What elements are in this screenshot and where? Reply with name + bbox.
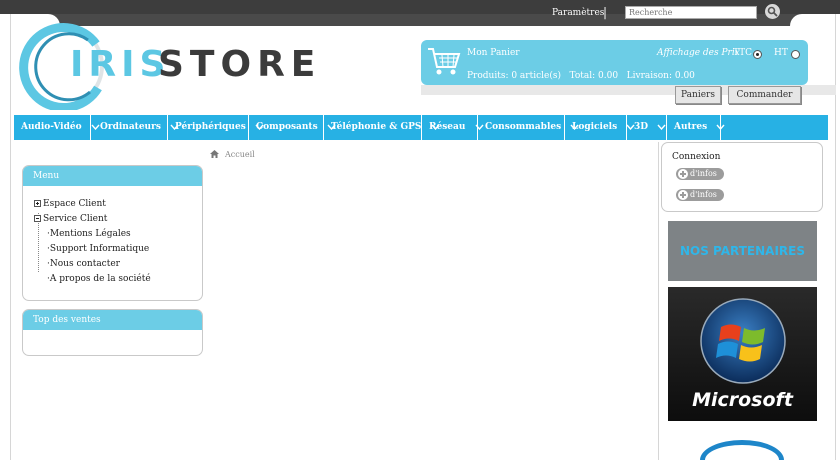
menu-item-nous-contacter[interactable]: ·Nous contacter xyxy=(47,258,120,270)
cart-title[interactable]: Mon Panier xyxy=(467,48,520,58)
menu-item-label: A propos de la société xyxy=(49,274,151,284)
menu-item-mentions-legales[interactable]: ·Mentions Légales xyxy=(47,228,131,240)
menu-item-label: Mentions Légales xyxy=(49,229,131,239)
nav-label: Logiciels xyxy=(572,122,618,132)
nav-label: Consommables xyxy=(485,122,562,132)
nav-item-telephonie-gps[interactable]: Téléphonie & GPS xyxy=(324,115,440,140)
nav-item-peripheriques[interactable]: Périphériques xyxy=(168,115,264,140)
menu-item-label: Support Informatique xyxy=(49,244,150,254)
nav-label: Ordinateurs xyxy=(100,122,161,132)
home-icon[interactable] xyxy=(210,150,219,158)
nav-item-composants[interactable]: Composants xyxy=(249,115,336,140)
nav-label: Réseau xyxy=(429,122,466,132)
logo-text-iris: IRIS xyxy=(70,44,171,85)
collapse-minus-icon[interactable] xyxy=(34,215,41,222)
chevron-down-icon xyxy=(657,124,666,130)
nav-item-consommables[interactable]: Consommables xyxy=(478,115,579,140)
ht-label: HT xyxy=(774,48,788,58)
nav-item-logiciels[interactable]: Logiciels xyxy=(565,115,635,140)
more-info-label: d'infos xyxy=(690,169,717,178)
ttc-label: TTC xyxy=(733,48,753,58)
nav-label: Téléphonie & GPS xyxy=(331,122,422,132)
nav-item-reseau[interactable]: Réseau xyxy=(422,115,484,140)
price-display-label: Affichage des Prix xyxy=(657,48,740,58)
expand-plus-icon[interactable] xyxy=(34,200,41,207)
more-info-button[interactable]: d'infos xyxy=(676,168,724,180)
nav-label: Autres xyxy=(674,122,708,132)
nav-item-3d[interactable]: 3D xyxy=(627,115,667,140)
menu-item-service-client[interactable]: Service Client xyxy=(34,213,107,225)
menu-item-espace-client[interactable]: Espace Client xyxy=(34,198,106,210)
ttc-radio[interactable] xyxy=(753,50,762,59)
microsoft-wordmark: Microsoft xyxy=(692,389,793,411)
connexion-title[interactable]: Connexion xyxy=(672,152,720,162)
right-column-divider xyxy=(658,142,659,460)
ht-radio[interactable] xyxy=(791,50,800,59)
windows-logo-icon xyxy=(700,298,786,384)
menu-item-label: Service Client xyxy=(43,214,108,224)
top-sales-title: Top des ventes xyxy=(23,310,202,330)
menu-box-title: Menu xyxy=(23,166,202,186)
breadcrumb-home[interactable]: Accueil xyxy=(225,150,255,159)
menu-item-a-propos[interactable]: ·A propos de la société xyxy=(47,273,151,285)
cart-summary: Produits: 0 article(s) Total: 0.00 Livra… xyxy=(467,71,695,81)
nav-item-autres[interactable]: Autres xyxy=(667,115,725,140)
more-info-button[interactable]: d'infos xyxy=(676,189,724,201)
connexion-box: Connexion d'infos d'infos xyxy=(661,142,823,212)
nav-label: Périphériques xyxy=(175,122,246,132)
nav-item-ordinateurs[interactable]: Ordinateurs xyxy=(93,115,179,140)
nav-label: 3D xyxy=(634,122,649,132)
menu-box: Menu Espace Client Service Client ·Menti… xyxy=(22,165,203,301)
cart-panel: Mon Panier Affichage des Prix TTC HT Pro… xyxy=(421,40,808,85)
chevron-down-icon xyxy=(716,124,725,130)
shopping-cart-icon[interactable] xyxy=(427,46,461,78)
plus-icon xyxy=(678,169,688,179)
plus-icon xyxy=(678,190,688,200)
nav-item-audio-video[interactable]: Audio-Vidéo xyxy=(14,115,100,140)
breadcrumb: Accueil xyxy=(210,150,255,159)
more-info-label: d'infos xyxy=(690,190,717,199)
paniers-button[interactable]: Paniers xyxy=(675,86,721,104)
menu-item-label: Nous contacter xyxy=(49,259,120,269)
ht-option[interactable]: HT xyxy=(774,48,800,59)
ttc-option[interactable]: TTC xyxy=(733,48,762,59)
top-sales-box: Top des ventes xyxy=(22,309,203,356)
microsoft-partner-banner[interactable]: Microsoft xyxy=(668,287,817,421)
nav-label: Composants xyxy=(256,122,318,132)
partners-banner[interactable]: NOS PARTENAIRES xyxy=(668,221,817,281)
site-logo[interactable]: IRIS STORE xyxy=(18,22,315,110)
menu-item-support-informatique[interactable]: ·Support Informatique xyxy=(47,243,149,255)
logo-text-store: STORE xyxy=(158,44,322,85)
commander-button[interactable]: Commander xyxy=(728,86,801,104)
menu-item-label: Espace Client xyxy=(43,199,106,209)
main-nav: Audio-Vidéo Ordinateurs Périphériques Co… xyxy=(14,115,828,140)
nav-label: Audio-Vidéo xyxy=(21,122,82,132)
